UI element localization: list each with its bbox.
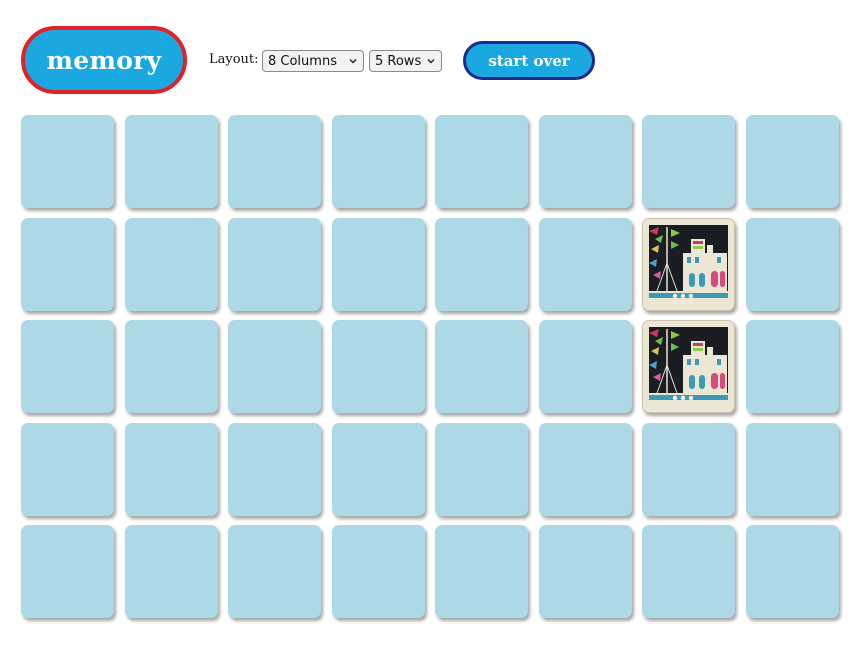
card-face-down[interactable] — [746, 218, 839, 311]
card-face-down[interactable] — [539, 320, 632, 413]
card-face-down[interactable] — [539, 115, 632, 208]
card-face-down[interactable] — [228, 320, 321, 413]
card-face-down[interactable] — [21, 423, 114, 516]
card-face-down[interactable] — [435, 423, 528, 516]
card-face-down[interactable] — [125, 320, 218, 413]
memory-logo: memory — [21, 26, 187, 94]
chevron-down-icon — [349, 59, 357, 64]
card-face-down[interactable] — [435, 320, 528, 413]
card-face-down[interactable] — [642, 423, 735, 516]
card-face-down[interactable] — [539, 218, 632, 311]
chevron-down-icon — [427, 59, 435, 64]
card-face-down[interactable] — [435, 525, 528, 618]
rows-select-value: 5 Rows — [375, 53, 422, 69]
card-revealed[interactable] — [642, 320, 735, 413]
layout-label: Layout: — [209, 52, 259, 67]
start-over-button[interactable]: start over — [463, 41, 595, 80]
card-face-down[interactable] — [125, 115, 218, 208]
card-face-down[interactable] — [21, 320, 114, 413]
card-face-down[interactable] — [746, 115, 839, 208]
card-face-down[interactable] — [642, 525, 735, 618]
card-face-down[interactable] — [642, 115, 735, 208]
card-face-down[interactable] — [228, 115, 321, 208]
card-face-down[interactable] — [435, 218, 528, 311]
card-face-down[interactable] — [332, 115, 425, 208]
card-face-down[interactable] — [332, 320, 425, 413]
card-face-down[interactable] — [332, 218, 425, 311]
card-face-down[interactable] — [228, 423, 321, 516]
card-face-down[interactable] — [539, 525, 632, 618]
card-face-down[interactable] — [435, 115, 528, 208]
header: memory Layout: 8 Columns 5 Rows start ov… — [0, 0, 864, 110]
card-face-down[interactable] — [746, 525, 839, 618]
card-face-down[interactable] — [125, 218, 218, 311]
card-face-down[interactable] — [332, 423, 425, 516]
card-face-down[interactable] — [228, 525, 321, 618]
card-face-down[interactable] — [125, 423, 218, 516]
card-face-down[interactable] — [21, 218, 114, 311]
card-face-down[interactable] — [332, 525, 425, 618]
card-face-down[interactable] — [539, 423, 632, 516]
card-face-down[interactable] — [746, 320, 839, 413]
card-face-down[interactable] — [228, 218, 321, 311]
card-face-down[interactable] — [21, 525, 114, 618]
card-face-down[interactable] — [21, 115, 114, 208]
rows-select[interactable]: 5 Rows — [369, 50, 442, 72]
columns-select-value: 8 Columns — [268, 53, 337, 69]
card-revealed[interactable] — [642, 218, 735, 311]
boat-harbor-illustration-icon — [647, 223, 730, 306]
boat-harbor-illustration-icon — [647, 325, 730, 408]
card-face-down[interactable] — [746, 423, 839, 516]
card-face-down[interactable] — [125, 525, 218, 618]
columns-select[interactable]: 8 Columns — [262, 50, 364, 72]
card-board — [21, 115, 841, 620]
